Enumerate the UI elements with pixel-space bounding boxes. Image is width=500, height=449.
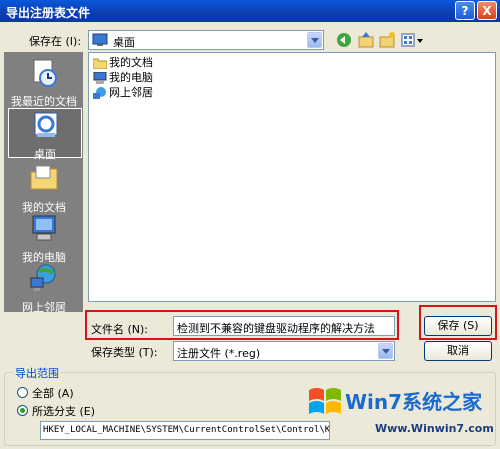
new-folder-icon[interactable] [378,31,396,49]
savein-label: 保存在 (I): [29,35,82,48]
savein-select[interactable]: 桌面 [88,30,324,50]
back-icon[interactable] [335,31,353,49]
file-label: 我的文档 [109,56,153,69]
watermark: Win7系统之家 Www.Winwin7.com [305,378,497,444]
highlight-box-save [419,305,497,340]
watermark-url: Www.Winwin7.com [375,422,494,435]
filetype-select[interactable]: 注册文件 (*.reg) [173,341,395,361]
cancel-button[interactable]: 取消 [424,341,492,361]
highlight-box-filename [85,310,399,340]
branch-path-value: HKEY_LOCAL_MACHINE\SYSTEM\CurrentControl… [43,425,329,435]
list-item[interactable]: 我的文档 [93,56,153,70]
place-recent-docs[interactable]: 我最近的文档 [8,56,80,109]
list-item[interactable]: 网上邻居 [93,86,153,100]
views-menu-icon[interactable] [400,31,424,49]
radio-branch-label: 所选分支 (E) [32,405,96,418]
radio-all-label: 全部 (A) [32,387,74,400]
folder-icon [93,58,107,69]
place-my-computer[interactable]: 我的电脑 [8,212,80,265]
place-my-documents[interactable]: 我的文档 [8,162,80,215]
help-button[interactable]: ? [455,1,475,20]
computer-icon [93,72,107,84]
file-label: 我的电脑 [109,71,153,84]
network-icon [93,87,106,99]
window-title: 导出注册表文件 [6,6,91,20]
recent-docs-icon [33,59,57,87]
place-label: 我最近的文档 [11,95,77,108]
place-label: 桌面 [34,148,56,161]
desktop-small-icon [92,33,108,46]
places-bar: 我最近的文档 桌面 我的文档 我的电脑 网上邻居 [4,52,83,315]
my-computer-icon [32,215,56,241]
chevron-down-icon[interactable] [307,32,322,48]
my-documents-icon [30,165,58,190]
place-desktop[interactable]: 桌面 [8,108,82,161]
title-bar: 导出注册表文件 ? X [0,0,500,22]
file-label: 网上邻居 [109,86,153,99]
filetype-value: 注册文件 (*.reg) [177,347,261,360]
network-places-icon [30,264,56,291]
up-folder-icon[interactable] [357,31,375,49]
place-network[interactable]: 网上邻居 [8,262,80,315]
radio-all[interactable] [17,387,28,398]
close-button[interactable]: X [477,1,497,20]
file-list[interactable]: 我的文档 我的电脑 网上邻居 [88,52,496,302]
export-range-title: 导出范围 [13,365,61,381]
list-item[interactable]: 我的电脑 [93,71,153,85]
desktop-icon [34,112,58,137]
branch-path-field[interactable]: HKEY_LOCAL_MACHINE\SYSTEM\CurrentControl… [40,421,330,440]
filetype-label: 保存类型 (T): [91,346,158,359]
watermark-logo-text: Win7系统之家 [345,390,483,414]
savein-value: 桌面 [113,36,135,49]
place-label: 网上邻居 [22,301,66,314]
chevron-down-icon[interactable] [378,343,393,359]
windows-logo-icon [309,388,341,414]
radio-selected-branch[interactable] [17,405,28,416]
